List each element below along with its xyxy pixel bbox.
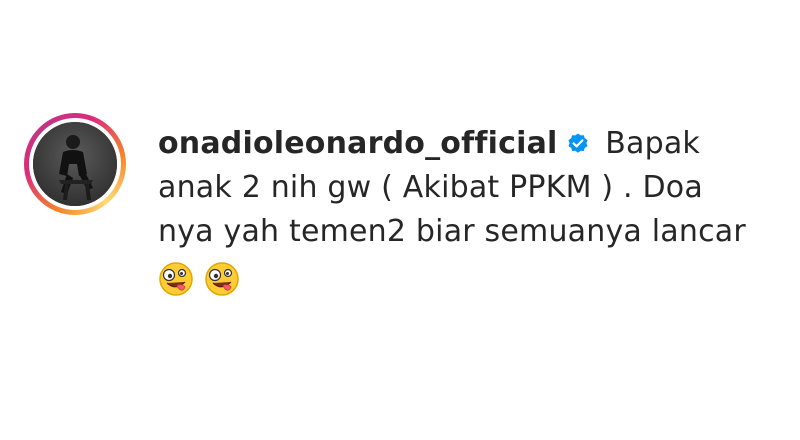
avatar-story-ring[interactable] <box>24 113 126 215</box>
username-link[interactable]: onadioleonardo_official <box>158 126 558 161</box>
caption-card: onadioleonardo_official Bapak anak 2 nih… <box>0 0 800 440</box>
avatar-ring-gap <box>29 118 121 210</box>
avatar[interactable] <box>33 122 117 206</box>
emoji-row <box>158 256 778 300</box>
avatar-photo <box>33 122 117 206</box>
verified-badge-icon <box>566 125 590 153</box>
zany-face-icon <box>158 261 194 297</box>
caption-text-line2: anak 2 nih gw ( Akibat PPKM ) . Doa <box>158 170 703 205</box>
caption-text-line1: Bapak <box>595 126 701 161</box>
post-caption: onadioleonardo_official Bapak anak 2 nih… <box>158 122 778 300</box>
caption-text-line3: nya yah temen2 biar semuanya lancar <box>158 214 746 249</box>
zany-face-icon <box>204 261 240 297</box>
